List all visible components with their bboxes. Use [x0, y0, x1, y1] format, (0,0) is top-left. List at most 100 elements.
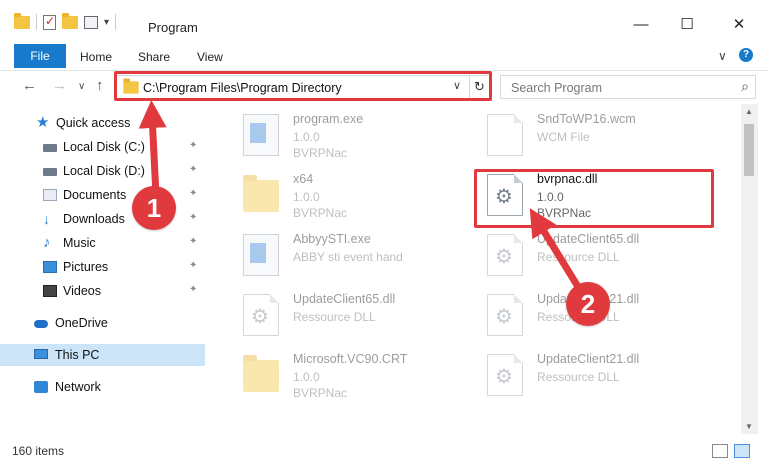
sidebar-item-network[interactable]: Network: [0, 376, 205, 398]
ribbon-tabs: File Home Share View ∨: [0, 44, 769, 68]
sidebar-item-label: OneDrive: [55, 316, 108, 330]
search-input[interactable]: Search Program: [511, 81, 602, 95]
tab-home[interactable]: Home: [80, 50, 112, 64]
maximize-button[interactable]: ☐: [664, 16, 710, 34]
dll-gear-icon: ⚙: [487, 294, 523, 336]
sidebar-item-pictures[interactable]: Pictures ✦: [0, 256, 205, 278]
sidebar-item-label: Pictures: [63, 260, 109, 274]
file-item-updateclient21[interactable]: ⚙ UpdateClient21.dll Ressource DLL: [469, 350, 709, 406]
sidebar-item-label: Videos: [63, 284, 101, 298]
toolbar-divider: [36, 14, 37, 30]
file-company: BVRPNac: [293, 146, 348, 160]
videos-icon: [43, 285, 57, 297]
sidebar-item-label: Documents: [63, 188, 127, 202]
pin-icon[interactable]: ✦: [189, 284, 197, 295]
file-item-x64-folder[interactable]: x64 1.0.0 BVRPNac: [225, 170, 465, 226]
sidebar-item-onedrive[interactable]: OneDrive: [0, 312, 205, 334]
file-item-microsoft-vc90-crt[interactable]: Microsoft.VC90.CRT 1.0.0 BVRPNac: [225, 350, 465, 406]
drive-icon: [43, 168, 57, 176]
sidebar-item-local-disk-c[interactable]: Local Disk (C:) ✦: [0, 136, 205, 158]
folder-icon[interactable]: [14, 12, 30, 29]
sidebar-item-local-disk-d[interactable]: Local Disk (D:) ✦: [0, 160, 205, 182]
sidebar-item-music[interactable]: ♪ Music ✦: [0, 232, 205, 254]
quick-access-toolbar: ▾: [14, 12, 117, 30]
file-version: 1.0.0: [293, 130, 320, 144]
exe-icon: [243, 114, 279, 156]
pin-icon[interactable]: ✦: [189, 140, 197, 151]
file-description: Ressource DLL: [293, 310, 376, 324]
sidebar-item-label: This PC: [55, 348, 100, 362]
file-company: BVRPNac: [293, 386, 348, 400]
tiles-view-icon[interactable]: [734, 444, 750, 458]
star-icon: ★: [36, 114, 50, 131]
pin-icon[interactable]: ✦: [189, 164, 197, 175]
minimize-button[interactable]: —: [618, 16, 664, 34]
sidebar-item-label: Music: [63, 236, 96, 250]
file-item-program-exe[interactable]: program.exe 1.0.0 BVRPNac: [225, 110, 465, 166]
search-box[interactable]: Search Program ⌕: [500, 75, 756, 99]
documents-icon: [43, 189, 57, 201]
network-icon: [34, 381, 48, 393]
close-button[interactable]: ✕: [716, 16, 762, 34]
scroll-down-icon[interactable]: ▼: [745, 422, 753, 431]
scrollbar-thumb[interactable]: [744, 124, 754, 176]
dll-gear-icon: ⚙: [487, 234, 523, 276]
back-button[interactable]: ←: [22, 77, 37, 94]
file-item-abbyysti[interactable]: AbbyySTI.exe ABBY sti event hand: [225, 230, 465, 286]
sidebar-item-videos[interactable]: Videos ✦: [0, 280, 205, 302]
file-name: x64: [293, 172, 314, 186]
item-count: 160 items: [12, 444, 65, 458]
sidebar-item-label: Network: [55, 380, 101, 394]
drive-icon: [43, 144, 57, 152]
help-icon[interactable]: ?: [739, 48, 753, 62]
dll-gear-icon: ⚙: [487, 354, 523, 396]
window-title: Program: [148, 20, 198, 35]
file-highlight-box: [474, 169, 714, 228]
forward-button[interactable]: →: [52, 77, 67, 94]
sidebar-item-label: Downloads: [63, 212, 125, 226]
computer-icon: [34, 349, 48, 359]
pin-icon[interactable]: ✦: [189, 212, 197, 223]
sidebar-item-this-pc[interactable]: This PC: [0, 344, 205, 366]
file-name: UpdateClient21.dll: [537, 352, 640, 366]
properties-check-icon[interactable]: [43, 14, 56, 30]
step-badge-2: 2: [566, 282, 610, 326]
document-icon: [487, 114, 523, 156]
file-name: Microsoft.VC90.CRT: [293, 352, 408, 366]
navigation-pane: ★ Quick access Local Disk (C:) ✦ Local D…: [0, 104, 205, 434]
file-item-sndtowp16[interactable]: SndToWP16.wcm WCM File: [469, 110, 709, 166]
tab-file[interactable]: File: [14, 44, 66, 68]
tab-share[interactable]: Share: [138, 50, 170, 64]
cloud-icon: [34, 320, 48, 328]
pin-icon[interactable]: ✦: [189, 236, 197, 247]
folder-icon: [243, 175, 279, 212]
step-badge-1: 1: [132, 186, 176, 230]
download-icon: ↓: [43, 211, 50, 227]
vertical-scrollbar[interactable]: ▲ ▼: [741, 104, 758, 434]
file-version: 1.0.0: [293, 370, 320, 384]
file-company: BVRPNac: [293, 206, 348, 220]
file-description: ABBY sti event hand: [293, 250, 403, 264]
expand-ribbon-icon[interactable]: ∨: [718, 49, 727, 63]
file-item-updateclient65[interactable]: ⚙ UpdateClient65.dll Ressource DLL: [225, 290, 465, 346]
file-name: AbbyySTI.exe: [293, 232, 371, 246]
customize-toolbar-icon[interactable]: ▾: [104, 17, 109, 28]
sidebar-item-label: Quick access: [56, 116, 131, 130]
tab-view[interactable]: View: [197, 50, 223, 64]
pin-icon[interactable]: ✦: [189, 188, 197, 199]
scroll-up-icon[interactable]: ▲: [745, 107, 753, 116]
pin-icon[interactable]: ✦: [189, 260, 197, 271]
up-button[interactable]: ↑: [96, 77, 104, 94]
new-folder-icon[interactable]: [62, 12, 78, 29]
recent-locations-icon[interactable]: ∨: [78, 81, 85, 92]
title-bar: ▾ Program — ☐ ✕: [0, 0, 769, 40]
exe-icon: [243, 234, 279, 276]
file-item-updateclient65[interactable]: ⚙ UpdateClient65.dll Ressource DLL: [469, 230, 709, 286]
view-options-icon[interactable]: [84, 15, 98, 29]
sidebar-item-quick-access[interactable]: ★ Quick access: [0, 112, 205, 134]
sidebar-item-label: Local Disk (C:): [63, 140, 145, 154]
toolbar-divider: [115, 14, 117, 30]
details-view-icon[interactable]: [712, 444, 728, 458]
file-list: program.exe 1.0.0 BVRPNac SndToWP16.wcm …: [205, 104, 741, 434]
file-name: program.exe: [293, 112, 364, 126]
